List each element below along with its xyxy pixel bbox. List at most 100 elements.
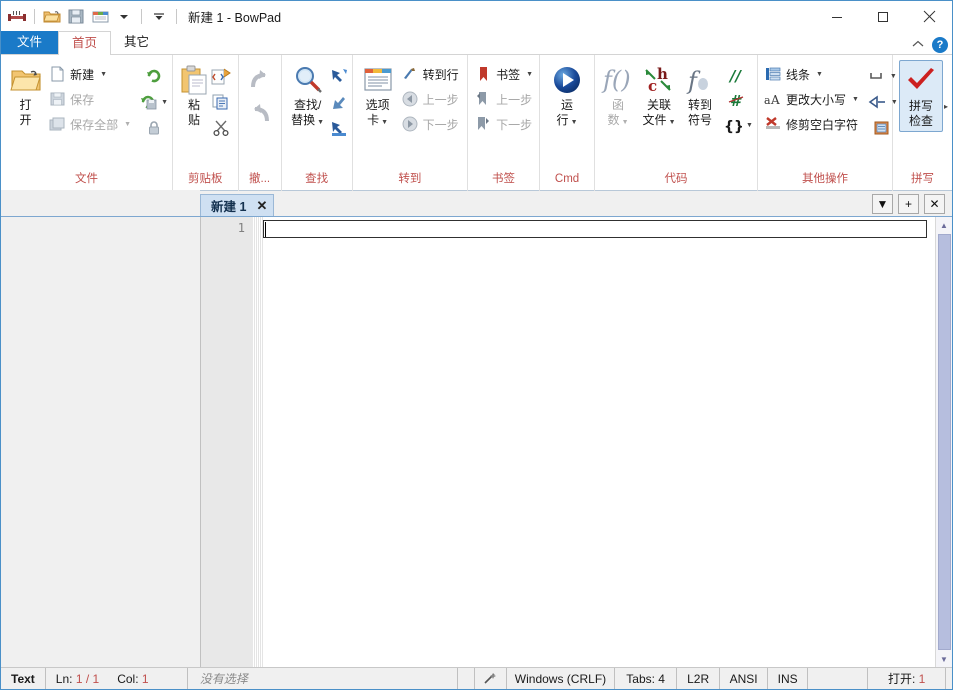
chevron-down-icon[interactable]: ▼ <box>816 71 823 78</box>
chevron-down-icon[interactable]: ▼ <box>669 119 676 126</box>
status-doctype[interactable]: Text <box>1 668 46 689</box>
status-selection: 没有选择 <box>188 668 458 689</box>
other-ops-buttons: 线条 ▼ aA 更改大小写 ▼ 修剪空白字符 <box>762 60 861 136</box>
chevron-down-icon[interactable]: ▼ <box>317 119 324 126</box>
chevron-down-icon[interactable]: ▼ <box>161 99 168 106</box>
open-folder-icon <box>9 62 42 98</box>
status-insert-mode[interactable]: INS <box>768 668 809 689</box>
new-tab-button[interactable]: + <box>898 194 919 214</box>
document-tab-close-icon[interactable]: ✕ <box>256 198 267 214</box>
paste-special-button[interactable] <box>211 63 231 89</box>
change-case-button[interactable]: aA 更改大小写 ▼ <box>762 87 861 111</box>
ribbon-tab-other[interactable]: 其它 <box>111 31 162 54</box>
minimize-button[interactable] <box>814 1 860 32</box>
scrollbar-thumb[interactable] <box>937 234 951 650</box>
open-file-button[interactable]: 打 开 <box>5 60 46 130</box>
ribbon-tab-home[interactable]: 首页 <box>58 31 112 55</box>
tab-list-button[interactable]: ▼ <box>872 194 893 214</box>
paste-button[interactable]: 粘 贴 <box>177 60 211 130</box>
status-tabs[interactable]: Tabs: 4 <box>615 668 678 689</box>
chevron-down-icon[interactable]: ▼ <box>100 71 107 78</box>
reload-button[interactable] <box>145 63 163 89</box>
undo-icon-column <box>247 60 273 131</box>
find-replace-button[interactable]: 查找/ 替换 ▼ <box>286 60 330 132</box>
qat-customize-icon[interactable] <box>148 6 170 28</box>
goto-symbol-button[interactable]: f 转到 符号 <box>681 60 719 130</box>
redo-button[interactable] <box>247 97 273 131</box>
block-comment-icon: # <box>728 92 743 110</box>
line-number: 1 <box>237 221 245 235</box>
run-label-1: 运 <box>561 98 574 112</box>
status-eol[interactable]: Windows (CRLF) <box>507 668 616 689</box>
paste-format-button[interactable] <box>873 115 891 141</box>
tabs-icon[interactable] <box>89 6 111 28</box>
chevron-down-icon[interactable]: ▼ <box>746 122 753 129</box>
trim-whitespace-button[interactable]: 修剪空白字符 <box>762 112 861 136</box>
open-folder-icon[interactable] <box>41 6 63 28</box>
code-area[interactable] <box>263 217 935 667</box>
find-next-button[interactable] <box>330 63 348 89</box>
readonly-lock-button[interactable] <box>146 115 162 141</box>
close-button[interactable] <box>906 1 952 32</box>
redo-icon <box>253 104 269 122</box>
goto-line-button[interactable]: 转到行 <box>399 62 461 86</box>
new-file-button[interactable]: 新建 ▼ <box>46 62 133 86</box>
maximize-button[interactable] <box>860 1 906 32</box>
document-tab[interactable]: 新建 1 ✕ <box>200 194 275 216</box>
vertical-scrollbar[interactable]: ▲ ▼ <box>935 217 952 667</box>
save-button[interactable]: 保存 <box>46 87 133 111</box>
help-icon[interactable]: ? <box>932 37 948 53</box>
bookmark-button[interactable]: 书签 ▼ <box>472 62 535 86</box>
braces-button[interactable]: {} ▼ <box>722 113 753 138</box>
status-tool-icon[interactable] <box>475 668 507 689</box>
find-clear-button[interactable] <box>330 115 348 141</box>
spellcheck-button[interactable]: 拼写 检查 <box>898 60 943 132</box>
qat-dropdown-icon[interactable] <box>113 6 135 28</box>
text-editor[interactable]: 1 ▲ ▼ <box>200 217 952 667</box>
group-label-clipboard: 剪贴板 <box>188 173 223 185</box>
fold-margin[interactable] <box>253 217 263 667</box>
cut-button[interactable] <box>212 115 230 141</box>
scroll-up-arrow[interactable]: ▲ <box>936 217 953 233</box>
chevron-down-icon[interactable]: ▼ <box>852 96 859 103</box>
lines-button[interactable]: 线条 ▼ <box>762 62 861 86</box>
line-comment-button[interactable]: // <box>727 63 749 88</box>
status-position[interactable]: Ln: 1 / 1 Col: 1 <box>46 668 188 689</box>
status-zoom[interactable]: 缩放: 100% <box>946 668 953 689</box>
run-button[interactable]: 运 行 ▼ <box>544 60 590 132</box>
go-back-button[interactable]: 上一步 <box>399 87 461 111</box>
reload-save-button[interactable]: ▼ <box>139 89 168 115</box>
scroll-down-arrow[interactable]: ▼ <box>936 651 953 667</box>
chevron-down-icon[interactable]: ▼ <box>571 119 578 126</box>
close-tab-button[interactable]: ✕ <box>924 194 945 214</box>
paste-special-icon <box>211 68 231 85</box>
go-forward-button[interactable]: 下一步 <box>399 112 461 136</box>
chevron-down-icon[interactable]: ▼ <box>381 119 388 126</box>
undo-button[interactable] <box>247 63 273 97</box>
block-comment-button[interactable]: # <box>727 88 749 113</box>
save-icon[interactable] <box>65 6 87 28</box>
find-prev-icon <box>332 97 345 109</box>
trim-whitespace-label: 修剪空白字符 <box>785 117 858 132</box>
group-label-file: 文件 <box>75 173 98 185</box>
status-direction[interactable]: L2R <box>677 668 721 689</box>
collapse-ribbon-icon[interactable] <box>912 39 924 51</box>
code-icon-column: // # {} ▼ <box>719 60 753 138</box>
chevron-down-icon[interactable]: ▼ <box>124 121 131 128</box>
function-list-button[interactable]: f() 函 数 ▼ <box>599 60 637 132</box>
ribbon: 打 开 新建 ▼ 保存 保存全部 ▼ ▼ 文件 粘 贴 剪贴板 撤... 查找/… <box>1 55 952 191</box>
save-all-button[interactable]: 保存全部 ▼ <box>46 112 133 136</box>
related-files-button[interactable]: h c 关联 文件 ▼ <box>637 60 681 132</box>
tabs-list-button[interactable]: 选项 卡 ▼ <box>357 60 399 132</box>
spellcheck-overflow-button[interactable]: ▸ <box>943 60 948 152</box>
find-prev-button[interactable] <box>330 89 348 115</box>
ribbon-tab-file[interactable]: 文件 <box>1 31 59 54</box>
bowpad-logo-icon[interactable] <box>6 6 28 28</box>
bookmark-next-button[interactable]: 下一步 <box>472 112 535 136</box>
chevron-down-icon[interactable]: ▼ <box>526 71 533 78</box>
chevron-down-icon[interactable]: ▼ <box>622 119 629 126</box>
bookmark-prev-button[interactable]: 上一步 <box>472 87 535 111</box>
status-encoding[interactable]: ANSI <box>720 668 769 689</box>
copy-button[interactable] <box>212 89 230 115</box>
status-open-count[interactable]: 打开: 1 <box>868 668 947 689</box>
